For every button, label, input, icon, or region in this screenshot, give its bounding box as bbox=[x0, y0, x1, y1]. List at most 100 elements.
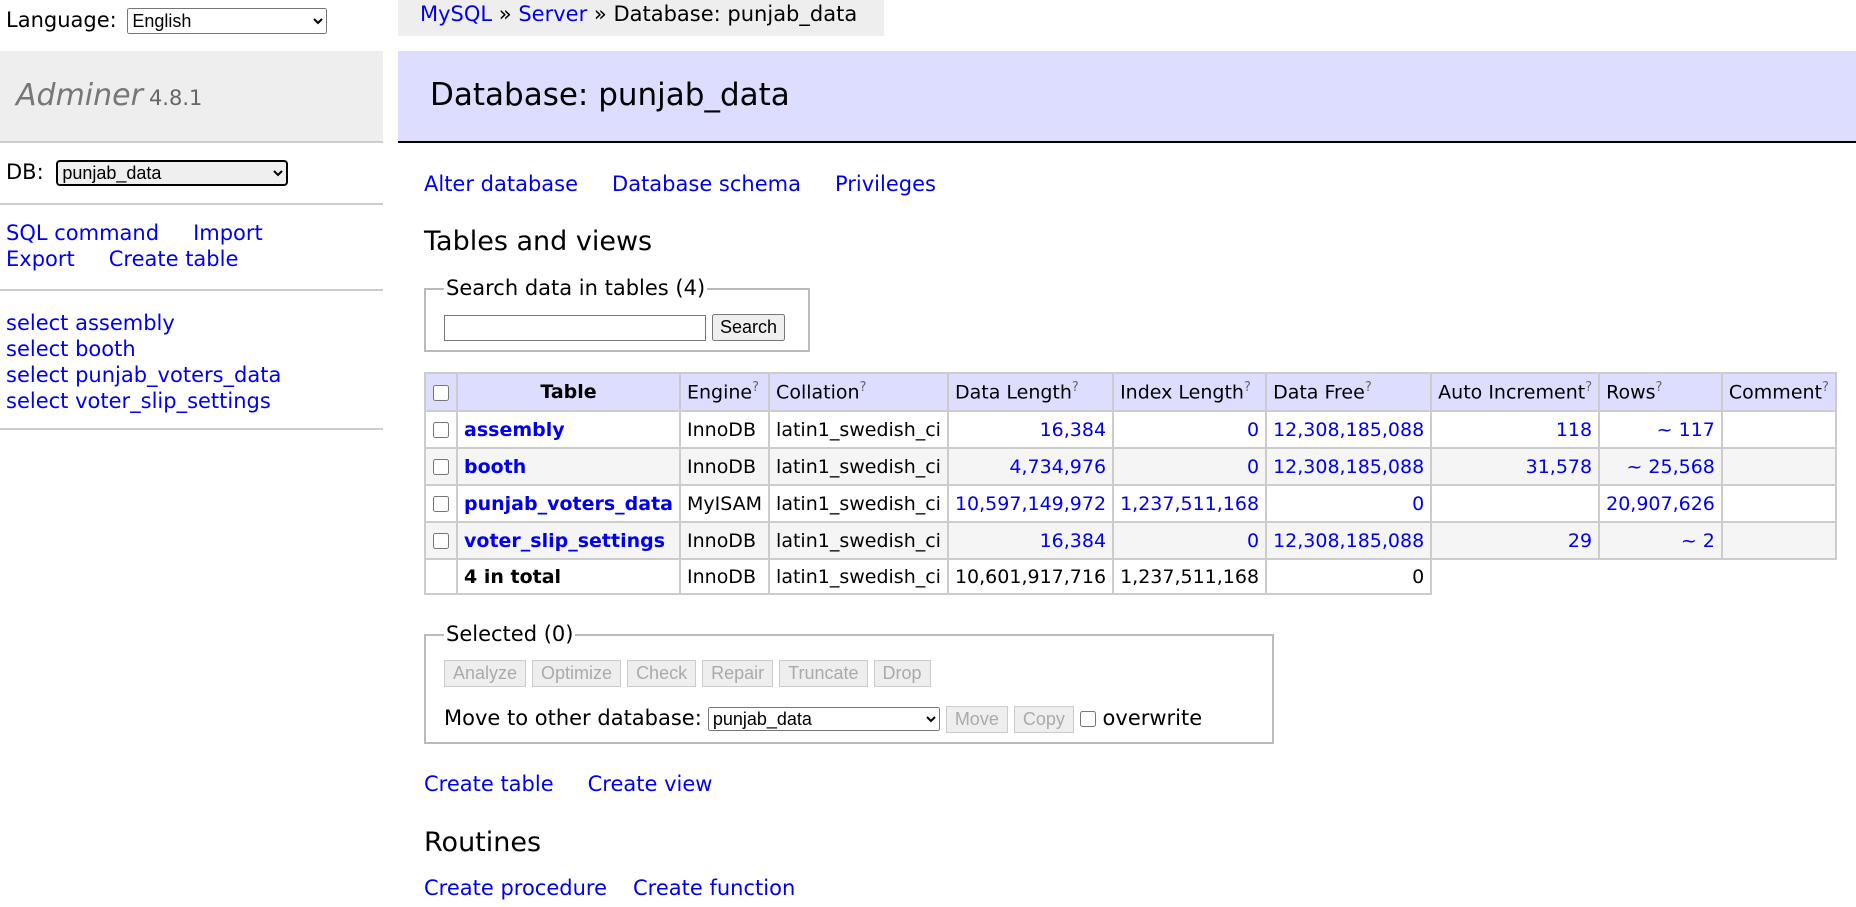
check-button[interactable]: Check bbox=[627, 660, 697, 687]
rows-cell[interactable]: ~ 2 bbox=[1598, 521, 1723, 560]
collation-cell: latin1_swedish_ci bbox=[768, 521, 949, 560]
data-free-cell[interactable]: 12,308,185,088 bbox=[1265, 521, 1433, 560]
data-free-cell[interactable]: 12,308,185,088 bbox=[1265, 410, 1433, 449]
database-schema-link[interactable]: Database schema bbox=[612, 172, 801, 196]
database-actions: Alter database Database schema Privileges bbox=[424, 172, 970, 196]
help-icon[interactable]: ? bbox=[1072, 380, 1079, 395]
select-voter-slip-settings-link[interactable]: select voter_slip_settings bbox=[6, 388, 281, 414]
breadcrumb-server[interactable]: Server bbox=[518, 2, 587, 26]
breadcrumb-mysql[interactable]: MySQL bbox=[420, 2, 492, 26]
copy-button[interactable]: Copy bbox=[1013, 706, 1074, 733]
index-length-cell[interactable]: 0 bbox=[1112, 410, 1268, 449]
selected-legend: Selected (0) bbox=[444, 622, 576, 646]
total-empty bbox=[1721, 559, 1836, 594]
data-free-cell[interactable]: 12,308,185,088 bbox=[1265, 447, 1433, 486]
data-length-cell[interactable]: 4,734,976 bbox=[946, 447, 1115, 486]
export-link[interactable]: Export bbox=[6, 247, 75, 271]
table-name-link[interactable]: booth bbox=[464, 456, 526, 478]
search-legend: Search data in tables (4) bbox=[444, 276, 708, 300]
select-booth-link[interactable]: select booth bbox=[6, 336, 281, 362]
db-select[interactable]: punjab_data bbox=[56, 160, 289, 186]
rows-cell[interactable]: ~ 117 bbox=[1598, 410, 1723, 449]
help-icon[interactable]: ? bbox=[1822, 380, 1829, 395]
row-checkbox[interactable] bbox=[433, 496, 449, 512]
comment-cell bbox=[1720, 410, 1837, 449]
breadcrumb-current: Database: punjab_data bbox=[613, 2, 858, 26]
total-empty bbox=[1599, 559, 1722, 594]
data-free-cell[interactable]: 0 bbox=[1265, 484, 1433, 523]
auto-increment-cell[interactable]: 29 bbox=[1430, 521, 1601, 560]
total-collation: latin1_swedish_ci bbox=[768, 558, 949, 595]
row-checkbox[interactable] bbox=[433, 422, 449, 438]
sidebar-create-table-link[interactable]: Create table bbox=[109, 247, 239, 271]
header-table[interactable]: Table bbox=[456, 372, 681, 412]
comment-cell bbox=[1720, 447, 1837, 486]
search-input[interactable] bbox=[444, 315, 706, 341]
overwrite-checkbox[interactable] bbox=[1079, 711, 1096, 727]
alter-database-link[interactable]: Alter database bbox=[424, 172, 578, 196]
select-all-cell bbox=[424, 372, 458, 412]
row-checkbox[interactable] bbox=[433, 459, 449, 475]
auto-increment-cell[interactable]: 118 bbox=[1430, 410, 1601, 449]
index-length-cell[interactable]: 0 bbox=[1112, 521, 1268, 560]
optimize-button[interactable]: Optimize bbox=[532, 660, 622, 687]
drop-button[interactable]: Drop bbox=[873, 660, 931, 687]
page-title: Database: punjab_data bbox=[430, 77, 790, 113]
search-button[interactable]: Search bbox=[712, 314, 786, 341]
table-name-link[interactable]: punjab_voters_data bbox=[464, 493, 673, 515]
db-label: DB: bbox=[6, 160, 44, 184]
data-length-cell[interactable]: 16,384 bbox=[946, 410, 1115, 449]
rows-cell[interactable]: 20,907,626 bbox=[1598, 484, 1723, 523]
brand-header: Adminer 4.8.1 bbox=[0, 51, 383, 143]
sql-command-link[interactable]: SQL command bbox=[6, 221, 159, 245]
analyze-button[interactable]: Analyze bbox=[444, 660, 527, 687]
create-procedure-link[interactable]: Create procedure bbox=[424, 876, 607, 900]
truncate-button[interactable]: Truncate bbox=[779, 660, 868, 687]
brand-name[interactable]: Adminer bbox=[16, 78, 143, 113]
engine-cell: InnoDB bbox=[678, 447, 771, 486]
table-name-link[interactable]: voter_slip_settings bbox=[464, 530, 665, 552]
help-icon[interactable]: ? bbox=[752, 380, 759, 395]
collation-cell: latin1_swedish_ci bbox=[768, 484, 949, 523]
select-assembly-link[interactable]: select assembly bbox=[6, 310, 281, 336]
row-checkbox[interactable] bbox=[433, 533, 449, 549]
sidebar-divider bbox=[0, 203, 383, 205]
index-length-cell[interactable]: 0 bbox=[1112, 447, 1268, 486]
index-length-cell[interactable]: 1,237,511,168 bbox=[1112, 484, 1268, 523]
page-header: Database: punjab_data bbox=[398, 51, 1856, 143]
data-length-cell[interactable]: 16,384 bbox=[946, 521, 1115, 560]
sidebar-divider bbox=[0, 428, 383, 430]
total-blank-cell bbox=[424, 558, 458, 595]
header-auto-increment: Auto Increment? bbox=[1430, 372, 1601, 412]
select-all-checkbox[interactable] bbox=[433, 384, 449, 401]
language-select[interactable]: English bbox=[127, 8, 328, 34]
import-link[interactable]: Import bbox=[193, 221, 263, 245]
create-view-link[interactable]: Create view bbox=[588, 772, 713, 796]
move-db-select[interactable]: punjab_data bbox=[707, 707, 940, 731]
engine-cell: InnoDB bbox=[678, 410, 771, 449]
engine-cell: MyISAM bbox=[678, 484, 771, 523]
db-selector: DB: punjab_data bbox=[6, 160, 289, 186]
repair-button[interactable]: Repair bbox=[702, 660, 774, 687]
tables-heading: Tables and views bbox=[424, 226, 653, 257]
data-length-cell[interactable]: 10,597,149,972 bbox=[946, 484, 1115, 523]
total-data-length: 10,601,917,716 bbox=[946, 558, 1115, 595]
help-icon[interactable]: ? bbox=[1244, 380, 1251, 395]
help-icon[interactable]: ? bbox=[1656, 380, 1663, 395]
rows-cell[interactable]: ~ 25,568 bbox=[1598, 447, 1723, 486]
privileges-link[interactable]: Privileges bbox=[835, 172, 936, 196]
move-button[interactable]: Move bbox=[945, 706, 1008, 733]
sidebar-table-list: select assembly select booth select punj… bbox=[6, 310, 281, 414]
breadcrumb: MySQL » Server » Database: punjab_data bbox=[398, 0, 884, 36]
select-punjab-voters-data-link[interactable]: select punjab_voters_data bbox=[6, 362, 281, 388]
brand-version: 4.8.1 bbox=[148, 86, 203, 110]
help-icon[interactable]: ? bbox=[860, 380, 867, 395]
auto-increment-cell[interactable]: 31,578 bbox=[1430, 447, 1601, 486]
help-icon[interactable]: ? bbox=[1585, 380, 1592, 395]
create-function-link[interactable]: Create function bbox=[633, 876, 795, 900]
help-icon[interactable]: ? bbox=[1365, 380, 1372, 395]
comment-cell bbox=[1720, 484, 1837, 523]
table-name-link[interactable]: assembly bbox=[464, 419, 565, 441]
create-table-link[interactable]: Create table bbox=[424, 772, 554, 796]
auto-increment-cell[interactable] bbox=[1430, 484, 1601, 523]
